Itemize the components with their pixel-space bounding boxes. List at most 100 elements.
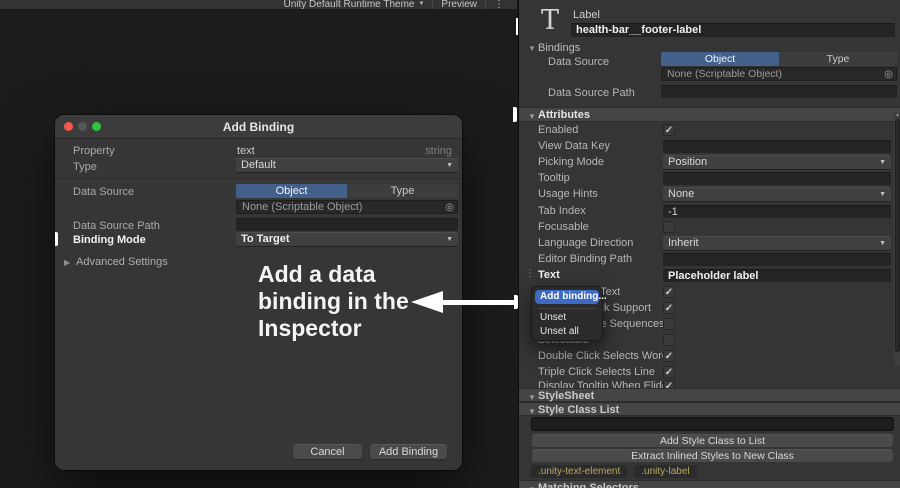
- data-source-tabs: Object Type: [236, 184, 458, 198]
- bindings-foldout[interactable]: Bindings: [538, 42, 580, 54]
- add-style-class-button[interactable]: Add Style Class to List: [532, 434, 893, 447]
- view-data-key-field[interactable]: [663, 140, 891, 153]
- style-class-tags: .unity-text-element .unity-label: [531, 465, 697, 478]
- type-dropdown[interactable]: Default ▼: [236, 158, 458, 172]
- annotation-text: Add a data binding in the Inspector: [258, 261, 409, 341]
- emoji-fallback-checkbox[interactable]: ✓: [663, 302, 675, 314]
- drag-handle-icon[interactable]: ⋮: [525, 268, 535, 279]
- attr-row-usage-hints: Usage Hints None ▼: [519, 187, 900, 202]
- attributes-header[interactable]: ▼ Attributes: [519, 107, 900, 122]
- property-value: text: [237, 145, 255, 157]
- property-type: string: [425, 145, 452, 157]
- enabled-checkbox[interactable]: ✓: [663, 124, 675, 136]
- theme-selector[interactable]: Unity Default Runtime Theme ▼: [275, 0, 432, 9]
- preview-button[interactable]: Preview: [433, 0, 485, 9]
- chevron-down-icon: ▼: [879, 159, 886, 166]
- type-label: Type: [73, 161, 97, 173]
- parse-escape-checkbox[interactable]: [663, 318, 675, 330]
- binding-mode-label: Binding Mode: [73, 234, 146, 246]
- attr-row-triple-click-selects-line: Triple Click Selects Line ✓: [538, 366, 675, 378]
- attr-row-focusable: Focusable: [519, 221, 900, 235]
- triple-click-checkbox[interactable]: ✓: [663, 366, 675, 378]
- add-binding-button[interactable]: Add Binding: [370, 444, 447, 459]
- tab-index-field[interactable]: -1: [663, 205, 891, 218]
- tab-type[interactable]: Type: [347, 184, 458, 198]
- foldout-open-icon: ▼: [528, 393, 536, 402]
- menu-item-add-binding[interactable]: Add binding...: [535, 290, 607, 304]
- element-name-field[interactable]: health-bar__footer-label: [571, 23, 895, 37]
- data-source-tabs: Object Type: [661, 52, 897, 66]
- foldout-closed-icon[interactable]: ▶: [64, 258, 70, 267]
- stylesheet-header[interactable]: ▼ StyleSheet: [519, 388, 900, 402]
- attr-row-tooltip: Tooltip: [519, 172, 900, 186]
- data-source-path-field[interactable]: [661, 85, 897, 98]
- tab-type[interactable]: Type: [779, 52, 897, 66]
- dialog-title: Add Binding: [222, 120, 295, 134]
- object-picker-icon[interactable]: ◎: [445, 201, 454, 214]
- tab-object[interactable]: Object: [236, 184, 347, 198]
- attr-row-picking-mode: Picking Mode Position ▼: [519, 155, 900, 170]
- double-click-checkbox[interactable]: ✓: [663, 350, 675, 362]
- attr-row-tab-index: Tab Index -1: [519, 205, 900, 219]
- advanced-settings-foldout[interactable]: Advanced Settings: [76, 256, 168, 268]
- data-source-path-label: Data Source Path: [548, 87, 635, 99]
- ui-builder-toolbar: Unity Default Runtime Theme ▼ Preview ⋮: [0, 0, 517, 9]
- cancel-button[interactable]: Cancel: [293, 444, 362, 459]
- usage-hints-dropdown[interactable]: None ▼: [663, 187, 891, 201]
- text-field[interactable]: Placeholder label: [663, 269, 891, 282]
- matching-selectors-header[interactable]: ▼ Matching Selectors: [519, 480, 900, 488]
- annotation-arrow-head: [411, 291, 443, 313]
- unity-editor-screenshot: Unity Default Runtime Theme ▼ Preview ⋮ …: [0, 0, 900, 488]
- focusable-checkbox[interactable]: [663, 221, 675, 233]
- selectable-checkbox[interactable]: [663, 334, 675, 346]
- data-source-label: Data Source: [548, 56, 610, 68]
- scrollbar-thumb[interactable]: [895, 119, 900, 352]
- dialog-divider: [55, 178, 462, 179]
- annotation-arrow-tail: [441, 300, 516, 305]
- dialog-titlebar[interactable]: Add Binding: [55, 115, 462, 139]
- element-type-label: Label: [573, 9, 600, 21]
- tooltip-field[interactable]: [663, 172, 891, 185]
- chevron-down-icon: ▼: [879, 240, 886, 247]
- language-direction-dropdown[interactable]: Inherit ▼: [663, 236, 891, 250]
- menu-item-unset-all[interactable]: Unset all: [535, 325, 599, 338]
- scroll-up-icon[interactable]: ▲: [895, 112, 900, 118]
- inspector-panel: T Label health-bar__footer-label ▼ Bindi…: [518, 0, 900, 488]
- data-source-path-label: Data Source Path: [73, 220, 160, 232]
- data-source-object-field[interactable]: None (Scriptable Object) ◎: [236, 200, 458, 214]
- style-class-list-header[interactable]: ▼ Style Class List: [519, 402, 900, 416]
- binding-mode-dropdown[interactable]: To Target ▼: [236, 232, 458, 246]
- chevron-down-icon: ▼: [418, 1, 425, 7]
- attr-row-enabled: Enabled ✓: [538, 124, 675, 136]
- editor-binding-path-field[interactable]: [663, 253, 891, 266]
- attr-row-view-data-key: View Data Key: [519, 140, 900, 154]
- data-source-path-field[interactable]: [236, 218, 458, 231]
- label-element-icon: T: [540, 5, 559, 36]
- enable-rich-text-checkbox[interactable]: ✓: [663, 286, 675, 298]
- context-menu: Add binding... Unset Unset all: [531, 286, 607, 341]
- overflow-menu-icon[interactable]: ⋮: [486, 0, 512, 9]
- foldout-open-icon[interactable]: ▼: [528, 44, 536, 53]
- attr-row-language-direction: Language Direction Inherit ▼: [519, 236, 900, 251]
- foldout-open-icon: ▼: [528, 112, 536, 121]
- attr-row-text: ⋮ Text Placeholder label: [519, 268, 900, 283]
- theme-selector-label: Unity Default Runtime Theme: [283, 0, 415, 9]
- chevron-down-icon: ▼: [446, 236, 453, 243]
- modified-indicator: [55, 232, 58, 246]
- style-class-tag[interactable]: .unity-text-element: [531, 465, 628, 478]
- picking-mode-dropdown[interactable]: Position ▼: [663, 155, 891, 169]
- menu-item-unset[interactable]: Unset: [535, 311, 599, 324]
- property-label: Property: [73, 145, 115, 157]
- modified-indicator: [513, 107, 517, 122]
- tab-object[interactable]: Object: [661, 52, 779, 66]
- object-picker-icon[interactable]: ◎: [884, 68, 893, 81]
- chevron-down-icon: ▼: [879, 191, 886, 198]
- menu-divider: [538, 308, 596, 309]
- data-source-object-field[interactable]: None (Scriptable Object) ◎: [661, 67, 897, 81]
- style-class-input[interactable]: [531, 417, 894, 431]
- chevron-down-icon: ▼: [446, 162, 453, 169]
- attr-row-editor-binding-path: Editor Binding Path: [519, 253, 900, 267]
- style-class-tag[interactable]: .unity-label: [634, 465, 697, 478]
- extract-inlined-styles-button[interactable]: Extract Inlined Styles to New Class: [532, 449, 893, 462]
- attr-row-double-click-selects-word: Double Click Selects Word ✓: [538, 350, 675, 362]
